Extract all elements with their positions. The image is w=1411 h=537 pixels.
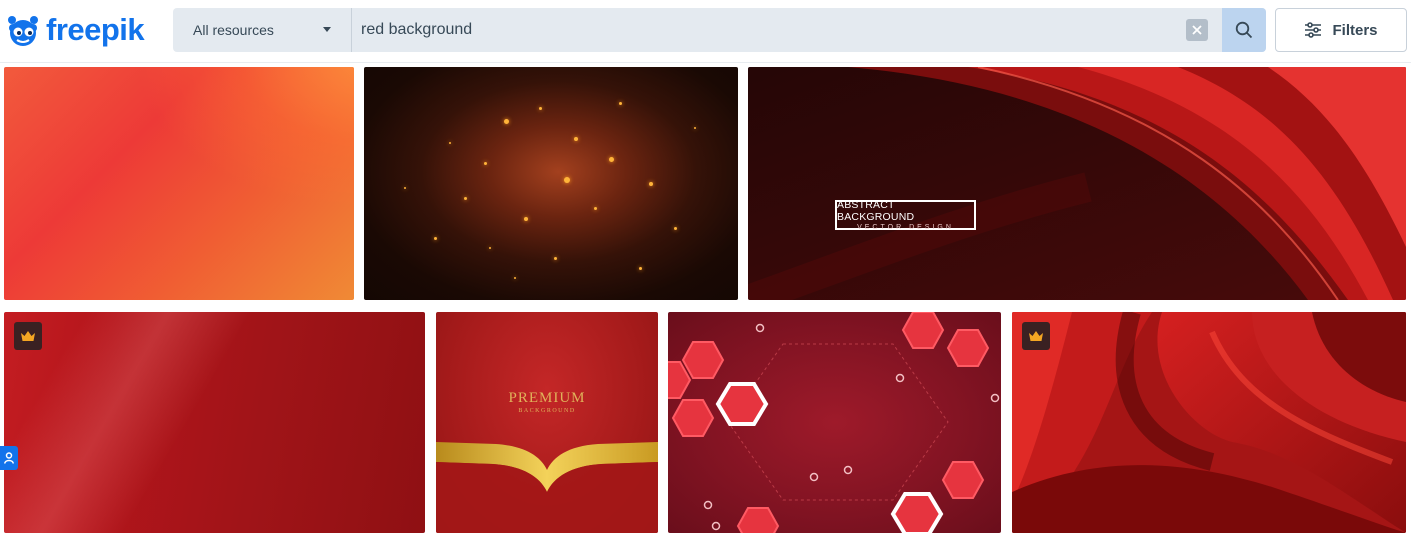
search-button[interactable] (1222, 8, 1266, 52)
close-icon (1192, 25, 1202, 35)
thumbnail-title-line2: BACKGROUND (518, 408, 576, 414)
resource-type-select[interactable]: All resources (173, 8, 352, 52)
search-bar: All resources (173, 8, 1266, 52)
sliders-icon (1305, 22, 1322, 38)
thumbnail-image (1012, 312, 1406, 533)
thumbnail-image (364, 67, 738, 300)
result-thumbnail[interactable] (4, 67, 354, 300)
thumbnail-image (4, 67, 354, 300)
premium-badge (14, 322, 42, 350)
freepik-mascot-icon (8, 16, 38, 46)
freepik-logo[interactable]: freepik (4, 10, 145, 50)
crown-icon (1029, 331, 1043, 341)
thumbnail-title: ABSTRACT BACKGROUND VECTOR DESIGN (835, 198, 976, 231)
brand-name: freepik (46, 12, 145, 47)
thumbnail-title-line1: ABSTRACT BACKGROUND (837, 198, 915, 223)
filters-button[interactable]: Filters (1275, 8, 1407, 52)
thumbnail-title-line2: VECTOR DESIGN (857, 223, 954, 231)
feedback-tab[interactable] (0, 446, 18, 470)
result-thumbnail[interactable] (364, 67, 738, 300)
thumbnail-image (748, 67, 1406, 300)
result-thumbnail[interactable] (668, 312, 1001, 533)
clear-search-button[interactable] (1186, 19, 1208, 41)
top-bar: freepik All resources Filters (0, 0, 1411, 63)
thumbnail-image (668, 312, 1000, 533)
person-icon (4, 452, 14, 464)
result-thumbnail[interactable]: PREMIUM BACKGROUND (436, 312, 658, 533)
premium-badge (1022, 322, 1050, 350)
crown-icon (21, 331, 35, 341)
resource-type-label: All resources (193, 22, 274, 38)
filters-label: Filters (1332, 21, 1378, 39)
chevron-down-icon (323, 27, 331, 32)
thumbnail-image (436, 442, 658, 533)
result-thumbnail[interactable] (1012, 312, 1406, 533)
result-thumbnail[interactable]: ABSTRACT BACKGROUND VECTOR DESIGN (748, 67, 1406, 300)
thumbnail-image (4, 312, 425, 533)
search-icon (1235, 21, 1253, 39)
search-input[interactable] (361, 8, 1181, 52)
thumbnail-title-line1: PREMIUM (508, 390, 586, 406)
result-thumbnail[interactable] (4, 312, 425, 533)
